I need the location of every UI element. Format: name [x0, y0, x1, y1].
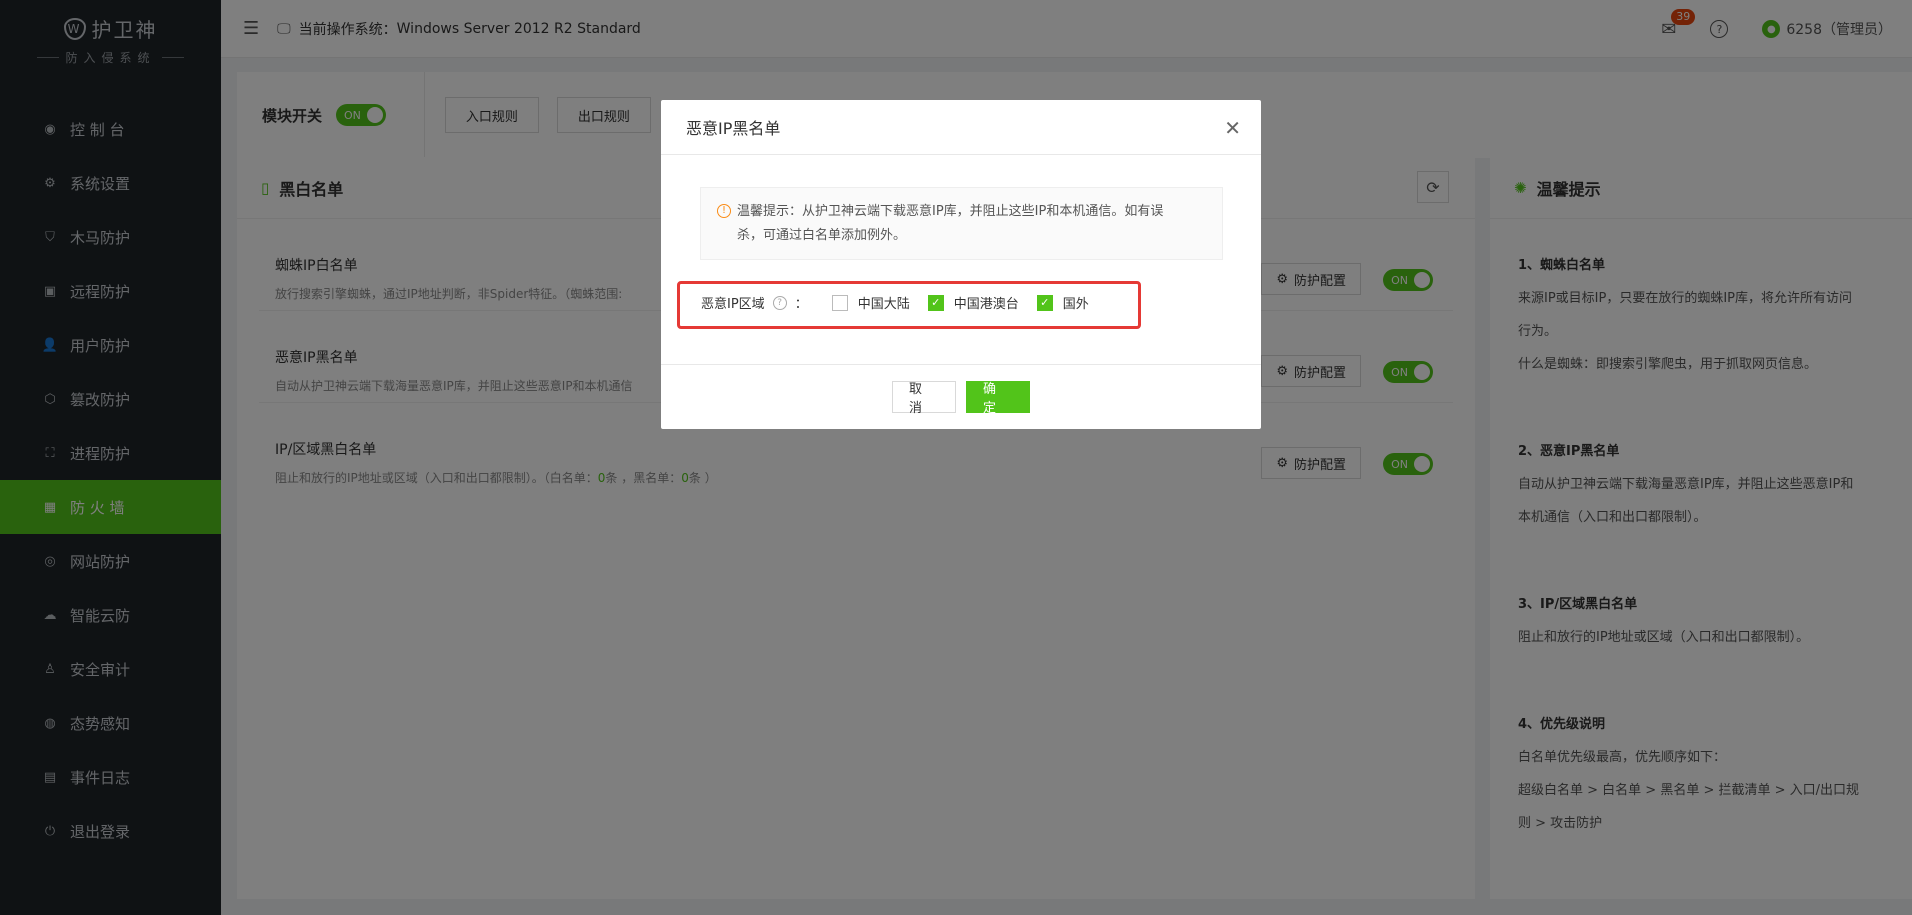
- checkbox-hk-macau-taiwan[interactable]: ✓ 中国港澳台: [927, 293, 1019, 312]
- modal-footer: 取 消 确 定: [661, 364, 1261, 429]
- checkbox-overseas[interactable]: ✓ 国外: [1036, 293, 1089, 312]
- notice-text: 杀，可通过白名单添加例外。: [737, 228, 907, 243]
- cancel-button[interactable]: 取 消: [892, 381, 956, 416]
- modal-title: 恶意IP黑名单: [661, 100, 1261, 155]
- checkbox-box[interactable]: [831, 294, 848, 311]
- check-icon[interactable]: ✓: [1036, 294, 1053, 311]
- notice-box: ! 温馨提示：从护卫神云端下载恶意IP库，并阻止这些IP和本机通信。如有误 杀，…: [700, 187, 1223, 260]
- checkbox-label: 中国港澳台: [953, 297, 1019, 312]
- region-colon: ：: [794, 297, 808, 312]
- question-icon[interactable]: ?: [772, 295, 787, 310]
- confirm-button[interactable]: 确 定: [966, 381, 1030, 416]
- checkbox-label: 中国大陆: [857, 297, 910, 312]
- notice-text: 温馨提示：从护卫神云端下载恶意IP库，并阻止这些IP和本机通信。如有误: [737, 204, 1164, 219]
- checkbox-mainland[interactable]: 中国大陆: [831, 293, 910, 312]
- close-icon[interactable]: ✕: [1224, 116, 1241, 140]
- warning-icon: !: [717, 204, 731, 218]
- region-row: 恶意IP区域 ? ： 中国大陆 ✓ 中国港澳台 ✓ 国外: [701, 293, 1107, 312]
- checkbox-label: 国外: [1062, 297, 1089, 312]
- blacklist-modal: 恶意IP黑名单 ✕ ! 温馨提示：从护卫神云端下载恶意IP库，并阻止这些IP和本…: [661, 100, 1261, 429]
- check-icon[interactable]: ✓: [927, 294, 944, 311]
- region-label: 恶意IP区域: [701, 297, 765, 312]
